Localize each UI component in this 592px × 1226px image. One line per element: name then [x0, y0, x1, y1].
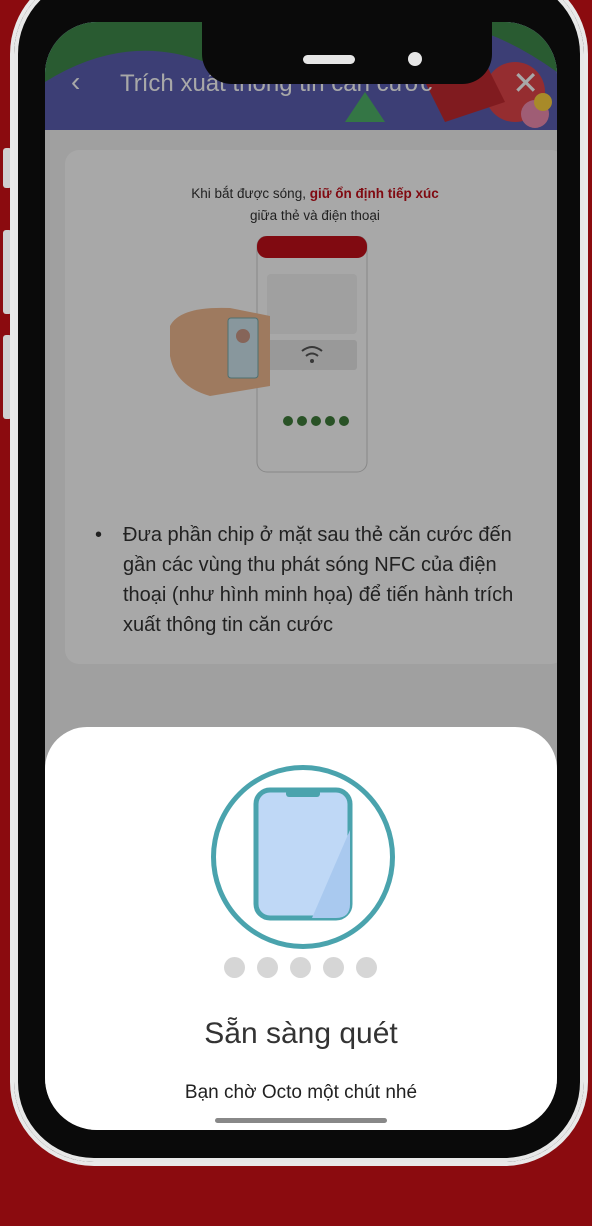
home-indicator[interactable] [215, 1118, 387, 1123]
scan-phone-icon [211, 765, 395, 949]
phone-icon [253, 787, 353, 921]
progress-dot [257, 957, 278, 978]
progress-dot [290, 957, 311, 978]
phone-notch [202, 22, 492, 84]
speaker-grille [303, 55, 355, 64]
progress-dot [356, 957, 377, 978]
phone-screen: ‹ Trích xuất thông tin căn cước ✕ Khi bắ… [45, 22, 557, 1130]
scan-status-subtitle: Bạn chờ Octo một chút nhé [184, 1082, 418, 1103]
camera-icon [408, 52, 422, 66]
progress-dots [224, 957, 377, 978]
progress-dot [323, 957, 344, 978]
scan-status-title: Sẵn sàng quét [204, 1017, 398, 1050]
progress-dot [224, 957, 245, 978]
scan-bottom-sheet: Sẵn sàng quét Bạn chờ Octo một chút nhé [45, 727, 557, 1130]
